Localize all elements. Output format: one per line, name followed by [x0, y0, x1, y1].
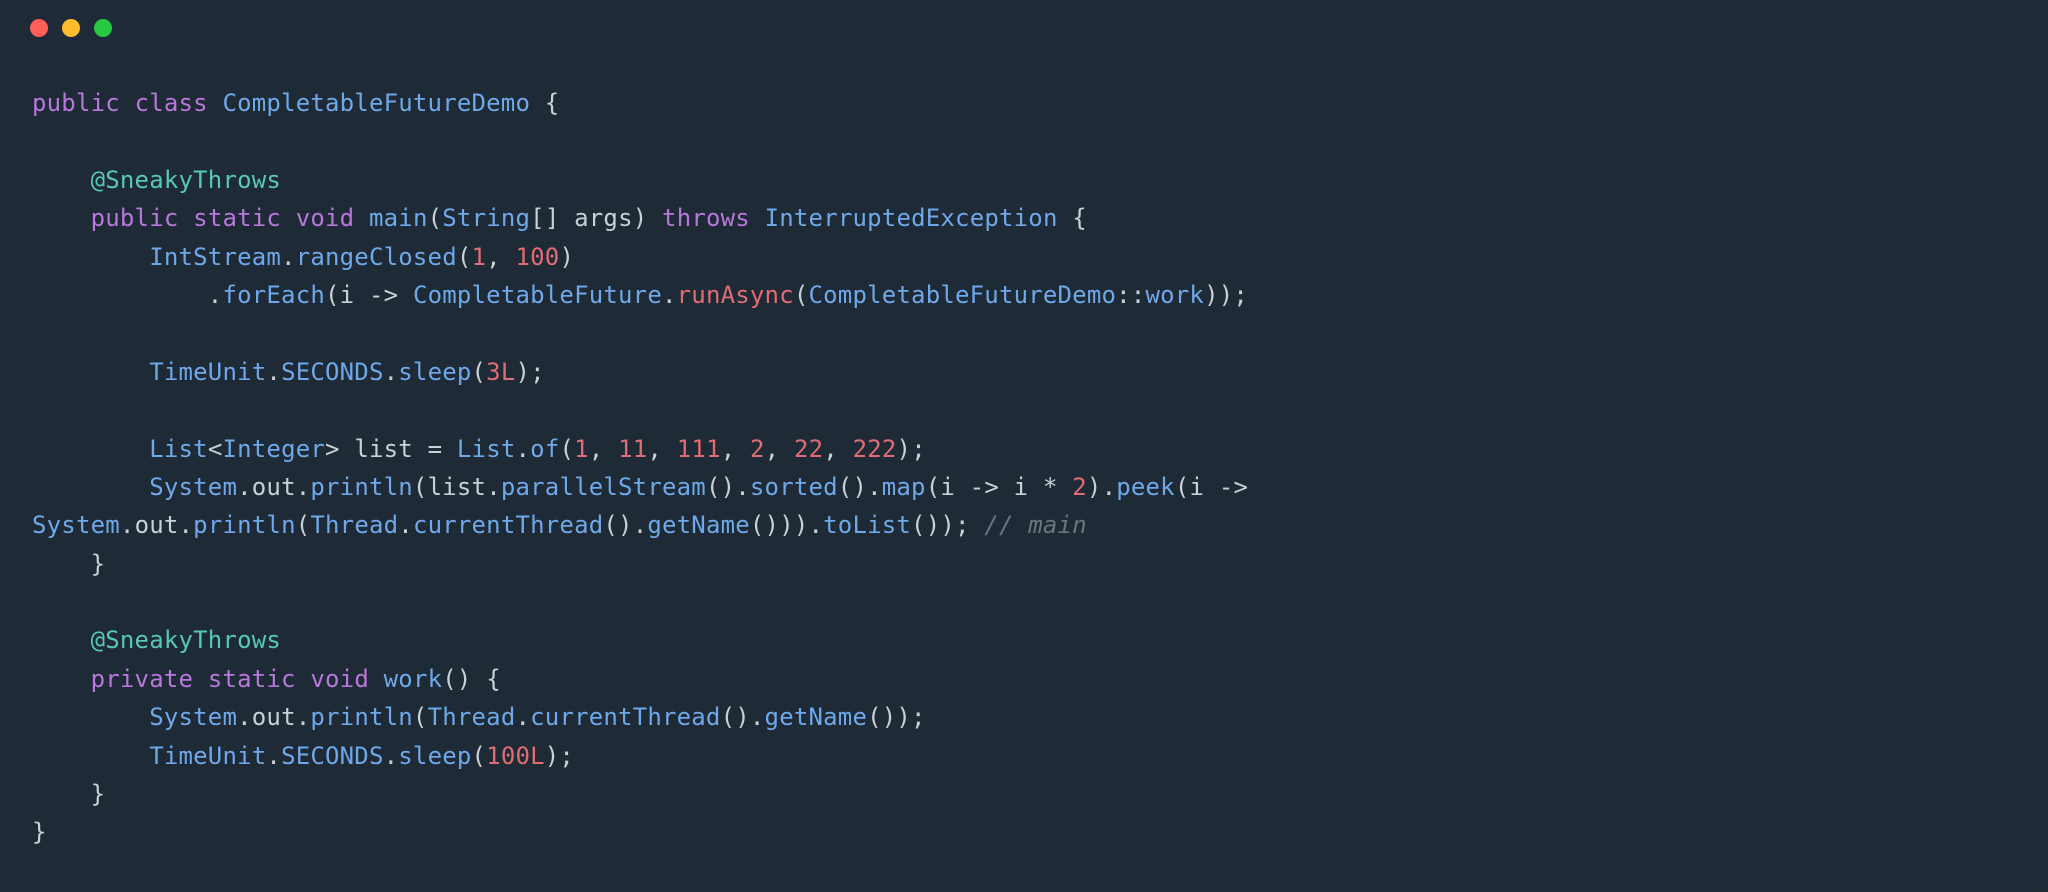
- brace-close: }: [32, 818, 47, 846]
- method-foreach: forEach: [222, 281, 325, 309]
- maximize-icon[interactable]: [94, 19, 112, 37]
- type-thread: Thread: [428, 703, 516, 731]
- method-sleep: sleep: [398, 358, 471, 386]
- method-println: println: [193, 511, 296, 539]
- number-3l: 3L: [486, 358, 515, 386]
- method-of: of: [530, 435, 559, 463]
- type-system: System: [32, 511, 120, 539]
- type-integer: Integer: [222, 435, 325, 463]
- type-system: System: [149, 473, 237, 501]
- minimize-icon[interactable]: [62, 19, 80, 37]
- method-tolist: toList: [823, 511, 911, 539]
- var-i: i: [940, 473, 955, 501]
- enum-seconds: SECONDS: [281, 358, 384, 386]
- type-list: List: [457, 435, 516, 463]
- lambda-arrow: ->: [369, 281, 398, 309]
- number-2: 2: [1072, 473, 1087, 501]
- keyword-void: void: [296, 204, 355, 232]
- field-out: out: [135, 511, 179, 539]
- param-args: args: [574, 204, 633, 232]
- method-getname: getName: [765, 703, 868, 731]
- brace-open: {: [545, 89, 560, 117]
- keyword-public: public: [91, 204, 179, 232]
- lambda-arrow: ->: [970, 473, 999, 501]
- keyword-static: static: [208, 665, 296, 693]
- annotation-sneakythrows: @SneakyThrows: [91, 166, 281, 194]
- method-map: map: [882, 473, 926, 501]
- method-main: main: [369, 204, 428, 232]
- enum-seconds: SECONDS: [281, 742, 384, 770]
- keyword-public: public: [32, 89, 120, 117]
- method-ref-work: work: [1145, 281, 1204, 309]
- method-println: println: [310, 703, 413, 731]
- method-currentthread: currentThread: [530, 703, 720, 731]
- method-runasync: runAsync: [677, 281, 794, 309]
- var-i: i: [1190, 473, 1205, 501]
- number: 11: [618, 435, 647, 463]
- number: 222: [853, 435, 897, 463]
- type-intstream: IntStream: [149, 243, 281, 271]
- method-getname: getName: [647, 511, 750, 539]
- comment-main: // main: [984, 511, 1087, 539]
- keyword-static: static: [193, 204, 281, 232]
- var-i: i: [1014, 473, 1029, 501]
- method-parallelstream: parallelStream: [501, 473, 706, 501]
- code-area[interactable]: public class CompletableFutureDemo { @Sn…: [0, 56, 2048, 884]
- method-sorted: sorted: [750, 473, 838, 501]
- number-100l: 100L: [486, 742, 545, 770]
- type-interruptedexception: InterruptedException: [765, 204, 1058, 232]
- close-icon[interactable]: [30, 19, 48, 37]
- number-100: 100: [515, 243, 559, 271]
- method-work: work: [384, 665, 443, 693]
- var-list: list: [428, 473, 487, 501]
- field-out: out: [252, 473, 296, 501]
- type-list: List: [149, 435, 208, 463]
- type-system: System: [149, 703, 237, 731]
- type-completablefuture: CompletableFuture: [413, 281, 662, 309]
- type-timeunit: TimeUnit: [149, 742, 266, 770]
- method-currentthread: currentThread: [413, 511, 603, 539]
- annotation-sneakythrows: @SneakyThrows: [91, 626, 281, 654]
- var-i: i: [340, 281, 355, 309]
- number: 22: [794, 435, 823, 463]
- number: 2: [750, 435, 765, 463]
- method-println: println: [310, 473, 413, 501]
- lambda-arrow: ->: [1219, 473, 1248, 501]
- method-sleep: sleep: [398, 742, 471, 770]
- type-thread: Thread: [310, 511, 398, 539]
- keyword-throws: throws: [662, 204, 750, 232]
- keyword-void: void: [310, 665, 369, 693]
- number: 111: [677, 435, 721, 463]
- code-window: public class CompletableFutureDemo { @Sn…: [0, 0, 2048, 892]
- method-peek: peek: [1116, 473, 1175, 501]
- number: 1: [574, 435, 589, 463]
- class-ref: CompletableFutureDemo: [809, 281, 1117, 309]
- var-list: list: [354, 435, 413, 463]
- window-titlebar: [0, 0, 2048, 56]
- class-name: CompletableFutureDemo: [222, 89, 530, 117]
- type-string: String: [442, 204, 530, 232]
- number-1: 1: [472, 243, 487, 271]
- keyword-private: private: [91, 665, 194, 693]
- keyword-class: class: [135, 89, 208, 117]
- method-rangeclosed: rangeClosed: [296, 243, 457, 271]
- type-timeunit: TimeUnit: [149, 358, 266, 386]
- field-out: out: [252, 703, 296, 731]
